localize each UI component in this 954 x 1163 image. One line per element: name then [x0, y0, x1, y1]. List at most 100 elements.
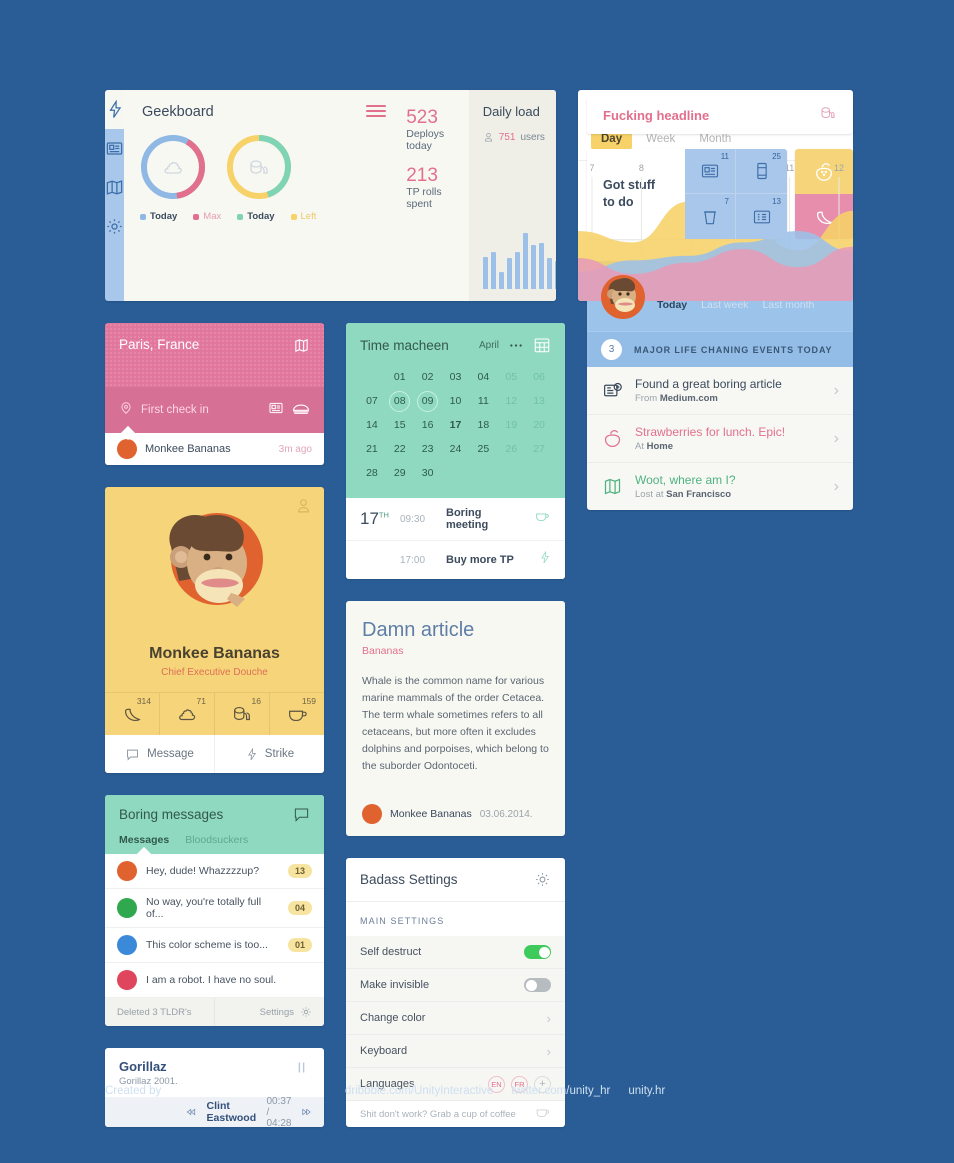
calendar-day[interactable]: 17: [442, 414, 470, 436]
tab-bloodsuckers[interactable]: Bloodsuckers: [185, 834, 248, 854]
news-icon[interactable]: [268, 400, 284, 421]
calendar-day[interactable]: 27: [525, 438, 553, 460]
calendar-day[interactable]: 09: [414, 390, 442, 412]
toggle-switch[interactable]: [524, 978, 551, 992]
messages-list: Hey, dude! Whazzzzup? 13 No way, you're to…: [105, 854, 324, 998]
setting-row-change-color[interactable]: Change color ›: [346, 1002, 565, 1035]
lately-row[interactable]: Strawberries for lunch. Epic! At Home ›: [587, 414, 853, 462]
gear-icon[interactable]: [534, 871, 551, 888]
calendar-day[interactable]: 29: [386, 462, 414, 484]
settings-title: Badass Settings: [360, 872, 458, 887]
calendar-event[interactable]: 17:00 Buy more TP: [346, 541, 565, 579]
map-icon[interactable]: [293, 337, 310, 387]
todo-cell[interactable]: 13: [736, 194, 787, 239]
prev-icon[interactable]: [186, 1105, 197, 1119]
footer-link[interactable]: dribbble.com/UnityInteractive: [345, 1085, 493, 1097]
strike-button[interactable]: Strike: [215, 735, 324, 773]
calendar-day[interactable]: 18: [469, 414, 497, 436]
next-icon[interactable]: [301, 1105, 312, 1119]
toggle-switch[interactable]: [524, 945, 551, 959]
setting-row-self-destruct[interactable]: Self destruct: [346, 936, 565, 969]
message-row[interactable]: This color scheme is too... 01: [105, 928, 324, 963]
messages-settings-button[interactable]: Settings: [214, 998, 324, 1026]
user-icon[interactable]: [295, 497, 312, 519]
calendar-day[interactable]: 22: [386, 438, 414, 460]
burger-icon[interactable]: [292, 400, 310, 421]
toilet-paper-icon: [224, 132, 294, 202]
todo-cell[interactable]: 25: [736, 149, 787, 194]
poop-icon: [138, 132, 208, 202]
lately-list: Found a great boring article From Medium.…: [587, 367, 853, 510]
calendar-day[interactable]: 16: [414, 414, 442, 436]
bar: [498, 272, 505, 289]
sidebar-item-bolt[interactable]: [105, 90, 124, 129]
calendar-day[interactable]: 26: [497, 438, 525, 460]
calendar-day[interactable]: 12: [497, 390, 525, 412]
message-button[interactable]: Message: [105, 735, 215, 773]
bar: [490, 252, 497, 289]
calendar-icon[interactable]: [533, 336, 551, 354]
message-badge: 13: [287, 864, 312, 878]
calendar-day[interactable]: 03: [442, 366, 470, 388]
calendar-day[interactable]: 20: [525, 414, 553, 436]
lately-row[interactable]: Found a great boring article From Medium.…: [587, 367, 853, 414]
calendar-day[interactable]: 07: [358, 390, 386, 412]
messages-settings-label: Settings: [259, 1006, 294, 1018]
paris-user: Monkee Bananas: [145, 443, 231, 455]
chat-icon[interactable]: [293, 807, 310, 822]
stat-count: 314: [136, 696, 151, 706]
calendar-day[interactable]: 06: [525, 366, 553, 388]
calendar-day[interactable]: 01: [386, 366, 414, 388]
pause-button[interactable]: [293, 1059, 310, 1081]
calendar-day[interactable]: 11: [469, 390, 497, 412]
paris-card: Paris, France First check in Monkee Bana…: [105, 323, 324, 465]
page-footer: Created by Unity dribbble.com/UnityInter…: [105, 1085, 865, 1097]
article-illustration-row: Damn article Bananas Whale is the common…: [346, 601, 565, 836]
strike-label: Strike: [264, 748, 295, 760]
calendar-month[interactable]: April: [479, 340, 499, 351]
sidebar-item-news[interactable]: [105, 129, 124, 168]
calendar-event[interactable]: 17TH 09:30 Boring meeting: [346, 498, 565, 541]
setting-row-keyboard[interactable]: Keyboard ›: [346, 1035, 565, 1068]
calendar-blank: [358, 366, 386, 388]
pin-icon: [119, 401, 133, 420]
sidebar-item-map[interactable]: [105, 168, 124, 207]
calendar-day[interactable]: 19: [497, 414, 525, 436]
calendar-day[interactable]: 13: [525, 390, 553, 412]
stat-count: 159: [301, 696, 316, 706]
calendar-day[interactable]: 25: [469, 438, 497, 460]
lately-item-title: Strawberries for lunch. Epic!: [635, 425, 786, 439]
coffee-icon: [289, 710, 307, 722]
calendar-day[interactable]: 08: [386, 390, 414, 412]
message-row[interactable]: No way, you're totally full of... 04: [105, 889, 324, 928]
calendar-day[interactable]: 02: [414, 366, 442, 388]
sidebar-item-settings[interactable]: [105, 207, 124, 246]
calendar-day[interactable]: 28: [358, 462, 386, 484]
headline-card[interactable]: Fucking headline: [587, 96, 853, 134]
calendar-day[interactable]: 14: [358, 414, 386, 436]
calendar-day[interactable]: 23: [414, 438, 442, 460]
lately-row[interactable]: Woot, where am I? Lost at San Francisco ›: [587, 462, 853, 510]
bar: [522, 233, 529, 289]
calendar-day[interactable]: 24: [442, 438, 470, 460]
message-row[interactable]: Hey, dude! Whazzzzup? 13: [105, 854, 324, 889]
calendar-day[interactable]: 05: [497, 366, 525, 388]
message-text: No way, you're totally full of...: [146, 896, 262, 920]
dots-icon[interactable]: [509, 343, 523, 348]
todo-cell[interactable]: 7: [685, 194, 736, 239]
footer-link[interactable]: unity.hr: [628, 1085, 665, 1097]
menu-icon[interactable]: [366, 104, 387, 120]
footer-link[interactable]: twitter.com/unity_hr: [511, 1085, 610, 1097]
profile-stat-tp: 16: [215, 693, 270, 735]
calendar-day[interactable]: 15: [386, 414, 414, 436]
message-row[interactable]: I am a robot. I have no soul.: [105, 963, 324, 998]
calendar-day[interactable]: 10: [442, 390, 470, 412]
todo-cell[interactable]: 11: [685, 149, 736, 194]
calendar-day[interactable]: 30: [414, 462, 442, 484]
setting-row-make-invisible[interactable]: Make invisible: [346, 969, 565, 1002]
chevron-right-icon: ›: [833, 429, 839, 447]
calendar-blank: [442, 462, 470, 484]
daily-load-users: 751 users: [483, 131, 556, 143]
calendar-day[interactable]: 21: [358, 438, 386, 460]
calendar-day[interactable]: 04: [469, 366, 497, 388]
